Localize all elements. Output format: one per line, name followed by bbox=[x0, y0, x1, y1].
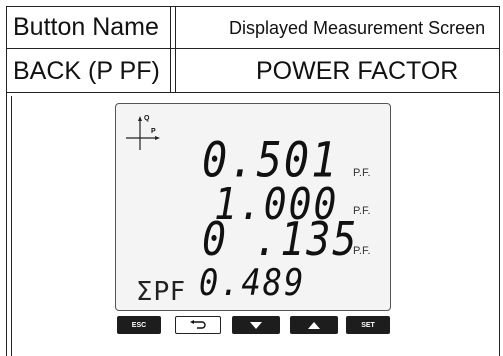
col-divider-b bbox=[175, 6, 176, 92]
row-button-name: BACK (P PF) bbox=[13, 57, 160, 85]
down-button[interactable] bbox=[232, 316, 280, 334]
quadrant-q-label: Q bbox=[144, 115, 150, 122]
back-arrow-icon bbox=[190, 320, 206, 329]
table-right-border bbox=[499, 6, 500, 356]
back-button[interactable] bbox=[175, 316, 221, 334]
header-displayed-screen: Displayed Measurement Screen bbox=[229, 18, 486, 38]
triangle-up-icon bbox=[308, 321, 320, 329]
quadrant-icon: Q P bbox=[126, 114, 166, 154]
table-left-border bbox=[6, 6, 7, 356]
sum-pf-value: 0.489 bbox=[199, 260, 306, 305]
row-screen-name: POWER FACTOR bbox=[256, 57, 459, 85]
esc-button-label: ESC bbox=[131, 321, 147, 329]
body-left-inner bbox=[11, 96, 12, 356]
sum-pf-label: ΣPF bbox=[136, 277, 187, 307]
esc-button[interactable]: ESC bbox=[117, 316, 161, 334]
col-divider-a bbox=[170, 6, 171, 92]
header-bottom-border bbox=[6, 48, 500, 49]
table-top-border bbox=[6, 6, 500, 7]
lcd-display: Q P 0.501 P.F. 1.000 P.F. 0 .135 P.F. ΣP… bbox=[115, 103, 391, 311]
quadrant-p-label: P bbox=[151, 128, 156, 135]
set-button[interactable]: SET bbox=[346, 316, 390, 334]
pf-line-3-unit: P.F. bbox=[353, 245, 371, 257]
set-button-label: SET bbox=[361, 321, 375, 329]
pf-line-1-unit: P.F. bbox=[353, 167, 371, 179]
pf-line-3-value: 0 .135 bbox=[202, 213, 359, 267]
pf-line-1-value: 0.501 bbox=[202, 131, 339, 188]
triangle-down-icon bbox=[250, 321, 262, 329]
up-button[interactable] bbox=[290, 316, 338, 334]
header-button-name: Button Name bbox=[13, 13, 159, 41]
row-bottom-border bbox=[6, 92, 500, 93]
